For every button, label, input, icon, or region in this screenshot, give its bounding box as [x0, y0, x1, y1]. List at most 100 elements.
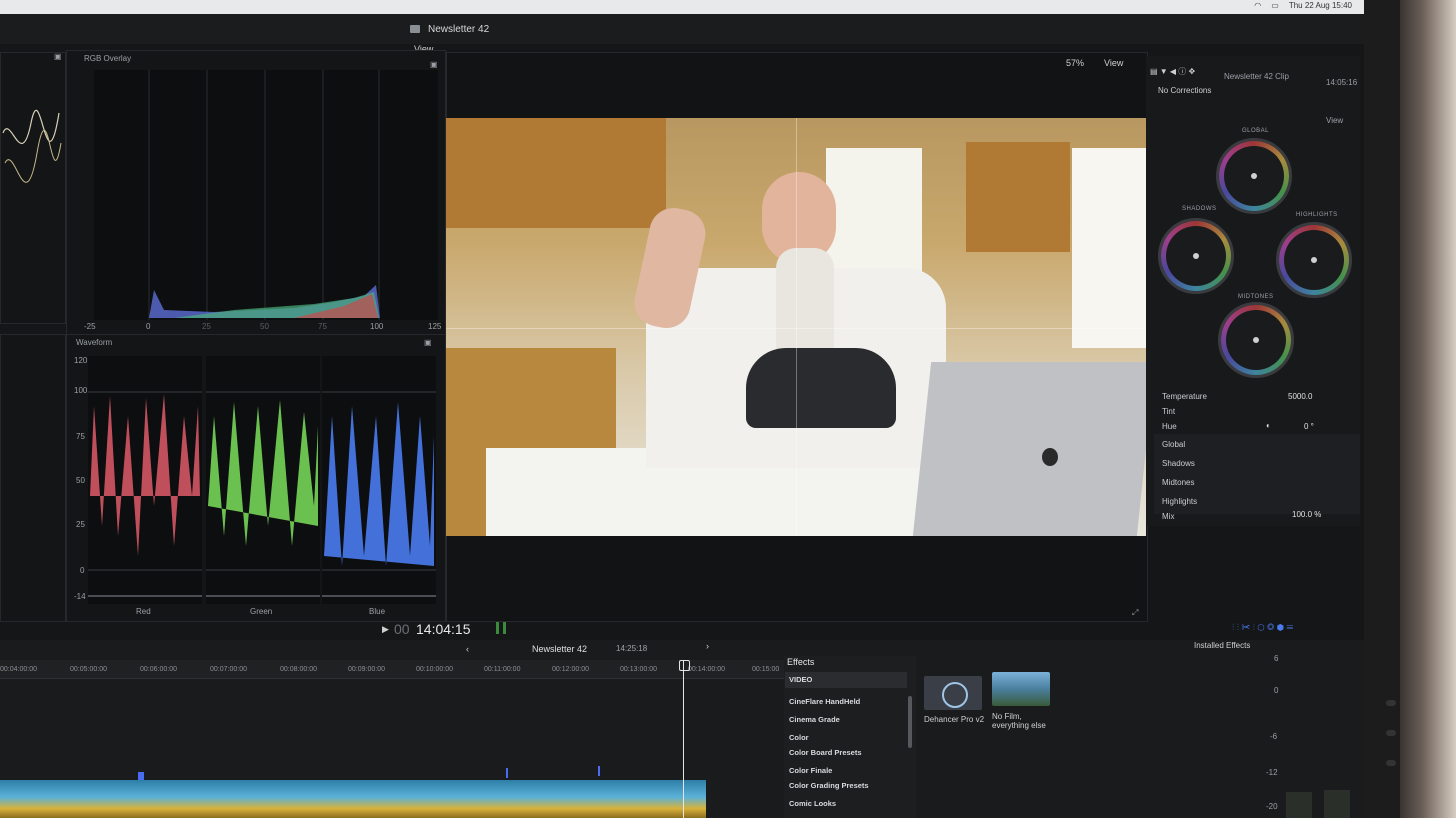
- viewer-zoom[interactable]: 57%: [1066, 58, 1084, 68]
- timecode[interactable]: 14:04:15: [416, 621, 471, 637]
- timeline-marker[interactable]: [598, 766, 600, 776]
- monitor-button: [1386, 700, 1396, 706]
- timeline-marker[interactable]: [506, 768, 508, 778]
- color-wheel-global[interactable]: [1216, 138, 1292, 214]
- effects-category-item[interactable]: Color Finale: [789, 766, 832, 775]
- color-wheel-midtones[interactable]: [1218, 302, 1294, 378]
- wheel-label-global: GLOBAL: [1242, 128, 1270, 134]
- wheel-puck-global[interactable]: [1251, 173, 1257, 179]
- color-wheel-shadows[interactable]: [1158, 218, 1234, 294]
- mix-value[interactable]: 100.0 %: [1292, 510, 1321, 519]
- audio-meter-left: [496, 622, 499, 634]
- audio-meter-tick: -6: [1270, 732, 1278, 741]
- waveform-y-25: 25: [76, 520, 85, 529]
- waveform-y-50: 50: [76, 476, 85, 485]
- mix-label: Mix: [1162, 512, 1175, 521]
- audio-meter-bar-right: [1324, 790, 1350, 818]
- play-button-icon[interactable]: ▶: [382, 624, 389, 635]
- ruler-tick: 00:14:00:00: [688, 666, 725, 673]
- audio-meter-tick: 6: [1274, 654, 1279, 663]
- effects-title: Effects: [787, 657, 815, 667]
- waveform-blue: [322, 356, 436, 604]
- rgb-axis-tick-1: 0: [146, 322, 151, 331]
- effects-category-item[interactable]: Color Grading Presets: [789, 781, 869, 790]
- effects-scrollbar[interactable]: [908, 696, 912, 748]
- background-room: [1400, 0, 1456, 818]
- param-tint-label: Tint: [1162, 407, 1176, 416]
- waveform-channel-red: Red: [136, 607, 151, 616]
- waveform-settings-icon[interactable]: ▣: [424, 338, 432, 347]
- effects-category-item[interactable]: Color Board Presets: [789, 748, 862, 757]
- timeline-back-icon[interactable]: ‹: [466, 644, 469, 654]
- wheel-puck-highlights[interactable]: [1311, 257, 1317, 263]
- corrections-menu[interactable]: No Corrections: [1158, 86, 1211, 95]
- waveform-red-trace: [88, 391, 202, 597]
- color-wheel-highlights[interactable]: [1276, 222, 1352, 298]
- inspector-tab-icons[interactable]: ▤ ▼ ◀ ⓘ ✥: [1150, 66, 1195, 77]
- effect-thumb-nofilm[interactable]: [992, 672, 1050, 706]
- title-bar: [0, 14, 1364, 44]
- waveform-channel-blue: Blue: [369, 607, 386, 616]
- waveform-y-100: 100: [74, 386, 88, 395]
- rgb-histogram: [148, 70, 380, 320]
- timeline-ruler[interactable]: [0, 660, 784, 679]
- menubar-clock[interactable]: Thu 22 Aug 15:40: [1289, 1, 1352, 10]
- effects-category-item[interactable]: Cinema Grade: [789, 715, 840, 724]
- viewer-view-menu[interactable]: View: [1104, 58, 1123, 68]
- effects-category-item[interactable]: Color: [789, 733, 809, 742]
- frame-window: [826, 148, 922, 288]
- inspector-clip-time: 14:05:16: [1326, 78, 1358, 87]
- section-midtones[interactable]: Midtones: [1162, 478, 1194, 487]
- rgb-overlay-settings-icon[interactable]: ▣: [430, 60, 438, 69]
- wifi-icon[interactable]: ◠: [1254, 1, 1261, 10]
- wheel-label-midtones: MIDTONES: [1238, 294, 1274, 300]
- monitor-screen: ◠ ▭ Thu 22 Aug 15:40 Newsletter 42 View …: [0, 0, 1400, 818]
- timeline-tools-icons[interactable]: ⫶ ⫶ ✂ ⫶ ⬡ ◎ ⬢ ☰: [1232, 622, 1293, 633]
- effects-category-item[interactable]: Comic Looks: [789, 799, 836, 808]
- timeline-project-name[interactable]: Newsletter 42: [532, 644, 587, 654]
- rgb-overlay-plot: [94, 70, 438, 320]
- waveform-blue-trace: [322, 391, 436, 597]
- waveform-channel-green: Green: [250, 607, 273, 616]
- frame-cabinet-right: [966, 142, 1070, 252]
- ruler-tick: 00:04:00:00: [0, 666, 37, 673]
- playhead[interactable]: [683, 660, 684, 818]
- playhead-handle[interactable]: [679, 660, 690, 671]
- param-hue-label: Hue: [1162, 422, 1177, 431]
- audio-meter-bar-left: [1286, 792, 1312, 818]
- effects-category-item[interactable]: CineFlare HandHeld: [789, 697, 860, 706]
- audio-meter-tick: -20: [1266, 802, 1278, 811]
- inspector-view-menu[interactable]: View: [1326, 116, 1343, 125]
- fullscreen-icon[interactable]: ⤢: [1132, 608, 1138, 618]
- param-hue-value[interactable]: 0 °: [1304, 422, 1314, 431]
- waveform-y-0: 0: [80, 566, 85, 575]
- battery-icon[interactable]: ▭: [1271, 1, 1279, 10]
- section-shadows[interactable]: Shadows: [1162, 459, 1195, 468]
- wheel-puck-midtones[interactable]: [1253, 337, 1259, 343]
- ruler-tick: 00:15:00: [752, 666, 780, 673]
- timeline-duration: 14:25:18: [616, 644, 648, 653]
- ruler-tick: 00:12:00:00: [552, 666, 589, 673]
- menubar-right: ◠ ▭ Thu 22 Aug 15:40: [1254, 1, 1352, 10]
- param-temperature-value[interactable]: 5000.0: [1288, 392, 1312, 401]
- effects-category-video[interactable]: VIDEO: [789, 675, 812, 684]
- section-global[interactable]: Global: [1162, 440, 1185, 449]
- section-highlights[interactable]: Highlights: [1162, 497, 1197, 506]
- wheel-label-highlights: HIGHLIGHTS: [1296, 212, 1338, 218]
- effect-thumb-dehancer[interactable]: [924, 676, 982, 710]
- wheel-puck-shadows[interactable]: [1193, 253, 1199, 259]
- wheel-label-shadows: SHADOWS: [1182, 206, 1217, 212]
- timeline-clip[interactable]: [0, 780, 706, 818]
- effect-name-nofilm: No Film, everything else: [992, 712, 1046, 730]
- installed-effects-menu[interactable]: Installed Effects: [1194, 641, 1250, 650]
- rgb-axis-tick-2: 25: [202, 322, 211, 331]
- ruler-tick: 00:13:00:00: [620, 666, 657, 673]
- frame-window-right: [1072, 148, 1146, 348]
- frame-guide-vertical: [796, 118, 797, 536]
- hue-dial-icon[interactable]: ◐: [1266, 421, 1271, 430]
- frame-apple-logo: [1042, 448, 1058, 466]
- frame-cabinet-left: [446, 118, 666, 228]
- timeline-forward-icon[interactable]: ›: [706, 641, 709, 651]
- scope-settings-icon[interactable]: ▣: [54, 52, 62, 61]
- ruler-tick: 00:09:00:00: [348, 666, 385, 673]
